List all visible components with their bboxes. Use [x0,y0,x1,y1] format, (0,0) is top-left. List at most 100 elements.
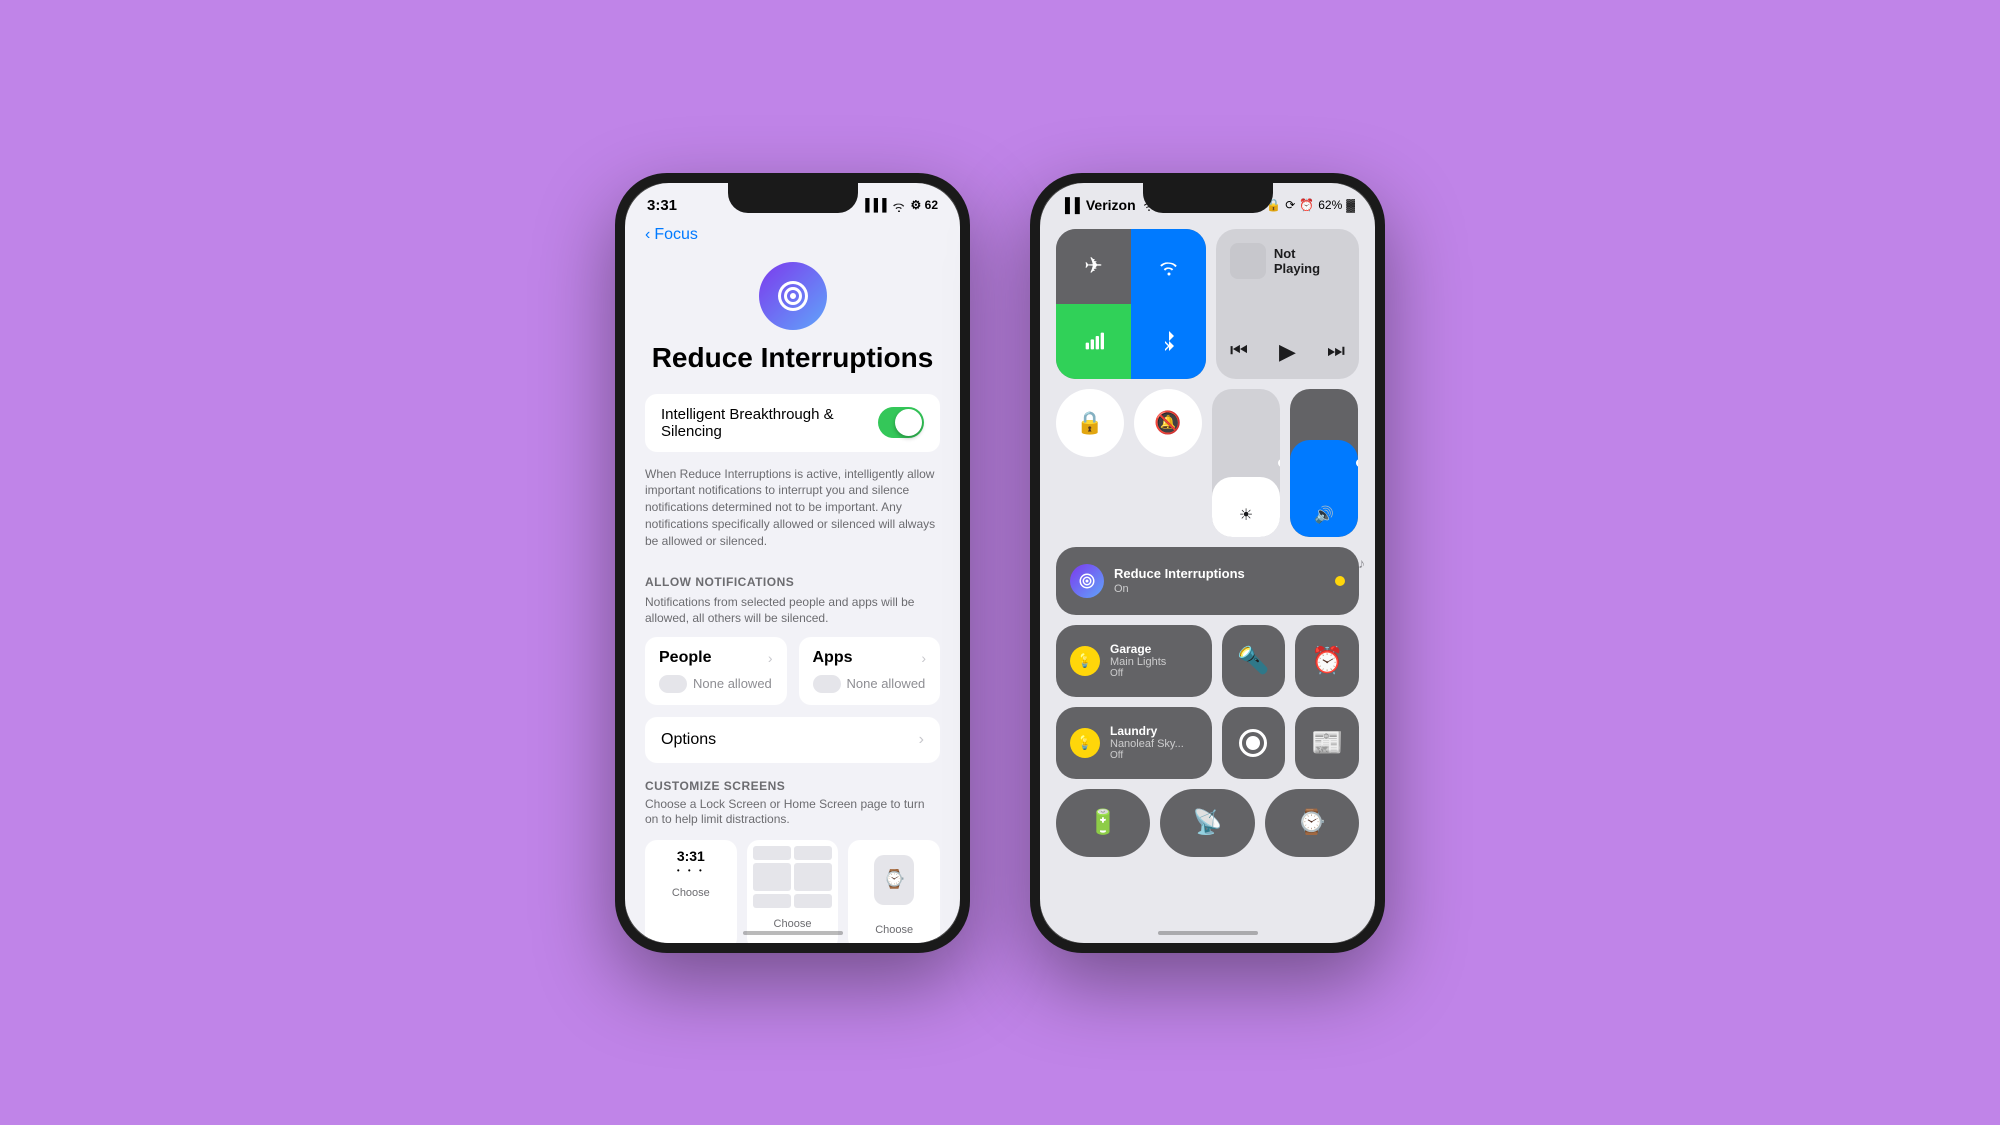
screen-record-tile[interactable] [1222,707,1286,779]
watch-face-tile[interactable]: ⌚ [1265,789,1359,857]
thumb-grid [747,840,839,914]
garage-tile[interactable]: 💡 Garage Main Lights Off [1056,625,1212,697]
ri-icon-circle [1070,564,1104,598]
laundry-icon: 💡 [1070,728,1100,758]
toggle-row[interactable]: Intelligent Breakthrough & Silencing [645,394,940,452]
silent-tile[interactable]: 🔕 [1134,389,1202,457]
customize-subtitle: Choose a Lock Screen or Home Screen page… [645,797,940,828]
battery-icon: ⚙ 62 [911,198,938,212]
right-phone: ▐▐ Verizon 🔒 ⟳ ⏰ 62% ▓ ✈ [1030,173,1385,953]
left-phone: 3:31 ▐▐▐ ⚙ 62 ‹ Focus Reduce Interrupti [615,173,970,953]
nav-bar: ‹ Focus [625,218,960,252]
app-icon-container [645,262,940,330]
cellular-tile[interactable] [1056,304,1131,379]
screen-record-icon [1239,729,1267,757]
music-block: Not Playing ⏮ ▶ ⏭ [1216,229,1359,379]
garage-sublabel: Main Lights [1110,656,1166,668]
lock-choose-label: Choose [645,887,737,899]
thumb-block-6 [794,894,832,908]
people-mini-toggle [659,675,687,693]
laundry-label: Laundry [1110,724,1184,738]
music-note-icon: ♪ [1358,555,1365,571]
back-button[interactable]: ‹ Focus [645,226,698,244]
news-tile[interactable]: 📰 [1295,707,1359,779]
cc-main-grid: ✈ [1040,221,1375,865]
cc-row-1: ✈ [1056,229,1359,379]
flashlight-tile[interactable]: 🔦 [1222,625,1286,697]
apps-button[interactable]: Apps › None allowed [799,637,941,705]
garage-state: Off [1110,668,1166,679]
album-art [1230,243,1266,279]
brightness-icon: ☀ [1239,505,1253,525]
apps-sub: None allowed [813,675,927,693]
carrier-label: Verizon [1086,197,1136,213]
watch-face-icon: ⌚ [1297,808,1327,837]
laundry-tile[interactable]: 💡 Laundry Nanoleaf Sky... Off [1056,707,1212,779]
garage-text: Garage Main Lights Off [1110,642,1166,679]
people-label: People [659,649,711,667]
laundry-state: Off [1110,750,1184,761]
home-screen-thumb[interactable]: Choose [747,840,839,943]
airplane-mode-tile[interactable]: ✈ [1056,229,1131,304]
thumb-block-2 [794,846,832,860]
remote-icon: 📡 [1193,808,1223,837]
remote-tile[interactable]: 📡 [1160,789,1254,857]
cc-status-right: 🔒 ⟳ ⏰ 62% ▓ [1266,198,1355,212]
play-icon[interactable]: ▶ [1279,339,1296,365]
phone-notch-right [1143,183,1273,213]
signal-icon: ▐▐▐ [861,198,887,212]
bluetooth-tile[interactable] [1131,304,1206,379]
home-indicator-right [1158,931,1258,935]
options-label: Options [661,731,716,749]
not-playing-label: Not Playing [1274,246,1345,276]
prev-track-icon[interactable]: ⏮ [1230,340,1248,363]
ri-status: On [1114,583,1245,595]
lock-tile[interactable]: 🔒 [1056,389,1124,457]
status-time-left: 3:31 [647,197,677,214]
watch-screen-thumb[interactable]: ⌚ Choose [848,840,940,943]
laundry-sublabel: Nanoleaf Sky... [1110,738,1184,750]
toggle-knob [895,409,922,436]
timer-tile[interactable]: ⏰ [1295,625,1359,697]
ri-status-dot [1335,576,1345,586]
ri-text: Reduce Interruptions On [1114,566,1245,595]
status-icons-left: ▐▐▐ ⚙ 62 [861,198,938,212]
people-button[interactable]: People › None allowed [645,637,787,705]
allow-notifications-header: ALLOW NOTIFICATIONS [645,575,940,589]
app-icon [759,262,827,330]
toggle-label: Intelligent Breakthrough & Silencing [661,406,878,440]
toggle-description: When Reduce Interruptions is active, int… [645,462,940,562]
thumb-block-1 [753,846,791,860]
apps-mini-toggle [813,675,841,693]
thumb-block-5 [753,894,791,908]
reduce-interruptions-tile[interactable]: Reduce Interruptions On [1056,547,1359,615]
next-track-icon[interactable]: ⏭ [1327,340,1345,363]
battery-bar: ▓ [1346,198,1355,212]
cc-row-5: 🔋 📡 ⌚ [1056,789,1359,857]
toggle-switch[interactable] [878,407,924,438]
cc-row-4: 💡 Laundry Nanoleaf Sky... Off 📰 [1056,707,1359,779]
settings-screen: 3:31 ▐▐▐ ⚙ 62 ‹ Focus Reduce Interrupti [625,183,960,943]
news-icon: 📰 [1311,727,1343,758]
low-power-tile[interactable]: 🔋 [1056,789,1150,857]
brightness-dot [1278,459,1280,467]
brightness-slider[interactable]: ☀ [1212,389,1280,537]
allow-notifications-subtitle: Notifications from selected people and a… [645,595,940,626]
watch-choose-label: Choose [848,924,940,936]
flashlight-icon: 🔦 [1237,645,1269,676]
volume-slider[interactable]: 🔊 [1290,389,1358,537]
options-row[interactable]: Options › [645,717,940,763]
thumb-block-3 [753,863,791,891]
alarm-icon: ⏰ [1299,198,1314,212]
rotation-icon: ⟳ [1285,198,1295,212]
page-title: Reduce Interruptions [645,342,940,374]
screen-thumbnails: 3:31 • • • Choose Choose [645,840,940,943]
wifi-tile[interactable] [1131,229,1206,304]
people-apps-buttons: People › None allowed Apps › N [645,637,940,705]
back-chevron-icon: ‹ [645,226,650,244]
thumb-block-4 [794,863,832,891]
lock-screen-thumb[interactable]: 3:31 • • • Choose [645,840,737,943]
settings-content: Reduce Interruptions Intelligent Breakth… [625,252,960,943]
connectivity-block: ✈ [1056,229,1206,379]
thumb-dots: • • • [653,866,729,875]
